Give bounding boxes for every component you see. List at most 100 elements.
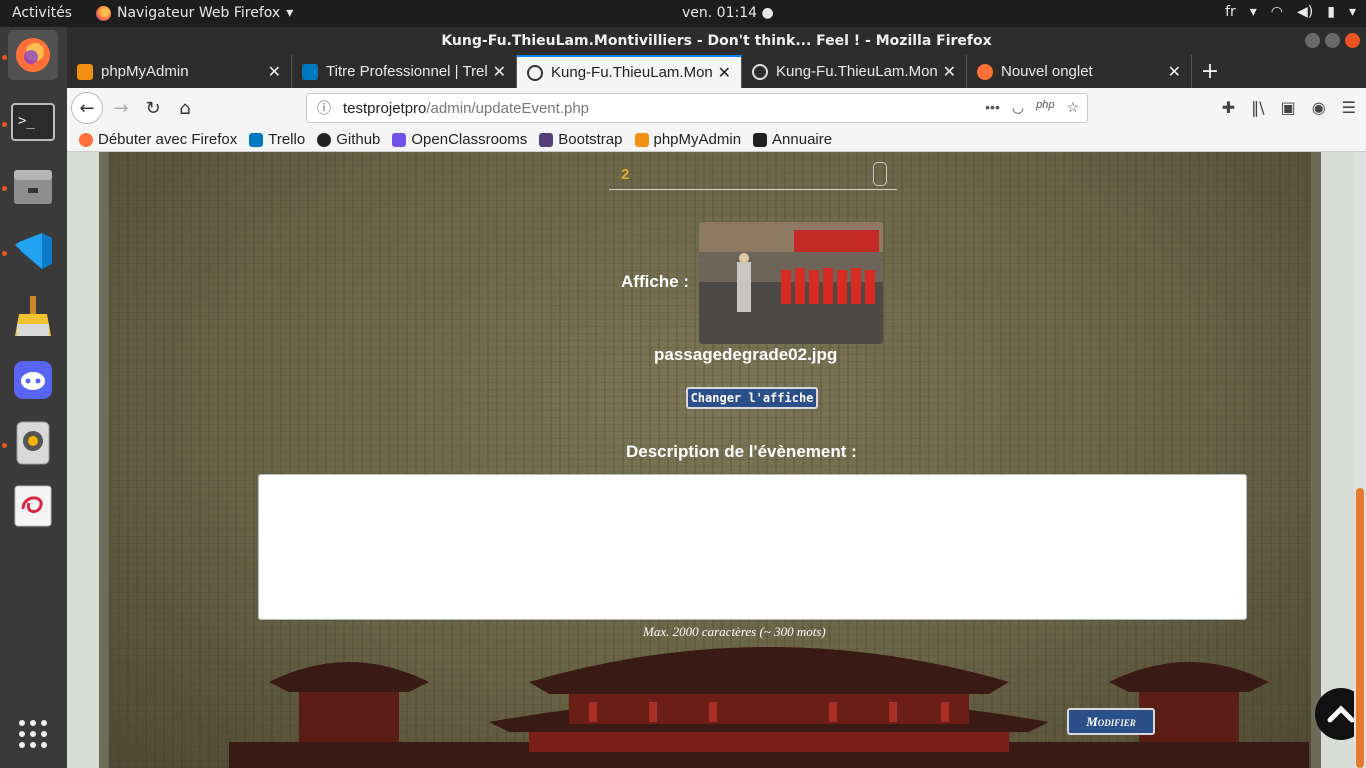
dock-bleachbit[interactable] — [8, 291, 58, 341]
running-indicator — [2, 122, 7, 127]
bookmark-label: Débuter avec Firefox — [98, 131, 238, 148]
system-top-bar: Activités Navigateur Web Firefox ▾ ven. … — [0, 0, 1366, 27]
close-icon[interactable]: ✕ — [1168, 62, 1181, 82]
dock-terminal[interactable]: >_ — [8, 97, 58, 147]
page-actions-icon[interactable]: ••• — [985, 99, 1000, 116]
url-host: testprojetpro — [343, 99, 427, 117]
tab-kungfu-active[interactable]: Kung-Fu.ThieuLam.Montivilliers ✕ — [517, 55, 742, 88]
number-field[interactable]: 2 — [609, 158, 897, 190]
dock-document-viewer[interactable] — [8, 481, 58, 531]
bookmark-label: Annuaire — [772, 131, 833, 148]
library-icon[interactable]: ‖\ — [1251, 98, 1264, 117]
activities-button[interactable]: Activités — [12, 5, 72, 21]
number-spinner[interactable] — [873, 162, 887, 186]
sidebar-icon[interactable]: ▣ — [1281, 98, 1296, 117]
bookmark-bootstrap[interactable]: Bootstrap — [539, 131, 623, 148]
dock: >_ — [0, 27, 67, 768]
firefox-icon — [96, 5, 111, 21]
minimize-button[interactable] — [1305, 33, 1320, 48]
close-icon[interactable]: ✕ — [943, 62, 956, 82]
app-menu-label: Navigateur Web Firefox — [117, 5, 281, 21]
new-tab-button[interactable]: + — [1192, 55, 1228, 88]
forward-button[interactable]: → — [105, 92, 137, 124]
tab-new[interactable]: Nouvel onglet ✕ — [967, 55, 1192, 88]
tab-title: Kung-Fu.ThieuLam.Montivilliers — [776, 63, 937, 80]
dock-discord[interactable] — [8, 355, 58, 405]
bookmark-phpmyadmin[interactable]: phpMyAdmin — [634, 131, 741, 148]
bookmark-openclassrooms[interactable]: OpenClassrooms — [392, 131, 527, 148]
tab-kungfu[interactable]: Kung-Fu.ThieuLam.Montivilliers ✕ — [742, 55, 967, 88]
close-window-button[interactable] — [1345, 33, 1360, 48]
firefox-icon — [977, 63, 993, 80]
dock-rhythmbox[interactable] — [8, 418, 58, 468]
running-indicator — [2, 55, 7, 60]
description-hint: Max. 2000 caractères (~ 300 mots) — [643, 624, 826, 639]
site-icon — [527, 64, 543, 81]
maximize-button[interactable] — [1325, 33, 1340, 48]
chevron-down-icon: ▾ — [1249, 4, 1257, 20]
bookmark-firefox[interactable]: Débuter avec Firefox — [79, 131, 237, 148]
bookmark-label: Bootstrap — [558, 131, 623, 148]
poster-filename: passagedegrade02.jpg — [654, 345, 838, 364]
clock-label: ven. 01:14 — [682, 5, 758, 21]
bookmark-trello[interactable]: Trello — [249, 131, 305, 148]
terminal-icon: >_ — [11, 103, 55, 141]
svg-text:>_: >_ — [18, 113, 35, 129]
bookmark-label: OpenClassrooms — [411, 131, 528, 148]
close-icon[interactable]: ✕ — [493, 62, 506, 82]
trello-icon — [302, 63, 318, 80]
close-icon[interactable]: ✕ — [718, 63, 731, 83]
bookmarks-toolbar: Débuter avec Firefox Trello Github OpenC… — [67, 128, 1366, 152]
discord-icon — [14, 361, 52, 399]
pocket-icon[interactable]: ◡ — [1012, 99, 1024, 116]
description-label: Description de l'évènement : — [626, 442, 857, 461]
tab-phpmyadmin[interactable]: phpMyAdmin ✕ — [67, 55, 292, 88]
bookmark-star-icon[interactable]: ☆ — [1066, 99, 1079, 116]
info-icon[interactable]: ⓘ — [317, 98, 331, 118]
firefox-icon — [16, 38, 50, 72]
change-poster-button[interactable]: Changer l'affiche — [686, 387, 818, 409]
dock-vscode[interactable] — [8, 226, 58, 276]
tab-title: Kung-Fu.ThieuLam.Montivilliers — [551, 64, 712, 81]
reload-button[interactable]: ↻ — [137, 92, 169, 124]
temple-illustration — [229, 647, 1309, 768]
url-bar[interactable]: ⓘ testprojetpro/admin/updateEvent.php ••… — [306, 93, 1088, 123]
home-icon: ⌂ — [179, 97, 191, 119]
dock-firefox[interactable] — [8, 30, 58, 80]
arrow-left-icon: ← — [79, 97, 95, 119]
bookmark-annuaire[interactable]: Annuaire — [753, 131, 832, 148]
trello-icon — [249, 132, 264, 147]
bookmark-github[interactable]: Github — [317, 131, 380, 148]
chevron-down-icon: ▾ — [286, 5, 294, 21]
running-indicator — [2, 186, 7, 191]
app-grid-icon — [19, 720, 47, 748]
extensions-icon[interactable]: ✚ — [1222, 98, 1235, 117]
reload-icon: ↻ — [145, 97, 161, 119]
poster-image — [699, 222, 883, 344]
tab-title: Titre Professionnel | Trello — [326, 63, 487, 80]
document-icon — [14, 485, 52, 527]
close-icon[interactable]: ✕ — [268, 62, 281, 82]
account-icon[interactable]: ◉ — [1312, 98, 1326, 117]
system-tray[interactable]: fr ▾ ◠ ◀) ▮ ▾ — [1225, 4, 1356, 20]
window-titlebar[interactable]: Kung-Fu.ThieuLam.Montivilliers - Don't t… — [67, 27, 1366, 55]
language-indicator[interactable]: fr — [1225, 4, 1236, 20]
app-menu[interactable]: Navigateur Web Firefox ▾ — [96, 5, 293, 21]
tab-trello[interactable]: Titre Professionnel | Trello ✕ — [292, 55, 517, 88]
page-scrollbar[interactable] — [1354, 152, 1366, 768]
dock-files[interactable] — [8, 161, 58, 211]
running-indicator — [2, 443, 7, 448]
vscode-icon — [15, 233, 52, 269]
menu-icon[interactable]: ☰ — [1342, 98, 1356, 117]
clock[interactable]: ven. 01:14 ● — [682, 5, 774, 21]
php-icon[interactable]: php — [1036, 99, 1054, 116]
home-button[interactable]: ⌂ — [169, 92, 201, 124]
back-button[interactable]: ← — [71, 92, 103, 124]
scrollbar-thumb[interactable] — [1356, 488, 1364, 768]
page-content: 2 Affiche : passagedegrade02.jpg Changer… — [67, 152, 1366, 768]
modify-button[interactable]: Modifier — [1067, 708, 1155, 735]
volume-icon: ◀) — [1297, 4, 1314, 20]
arrow-right-icon: → — [113, 97, 129, 119]
description-textarea[interactable] — [258, 474, 1247, 620]
show-applications-button[interactable] — [8, 709, 58, 759]
